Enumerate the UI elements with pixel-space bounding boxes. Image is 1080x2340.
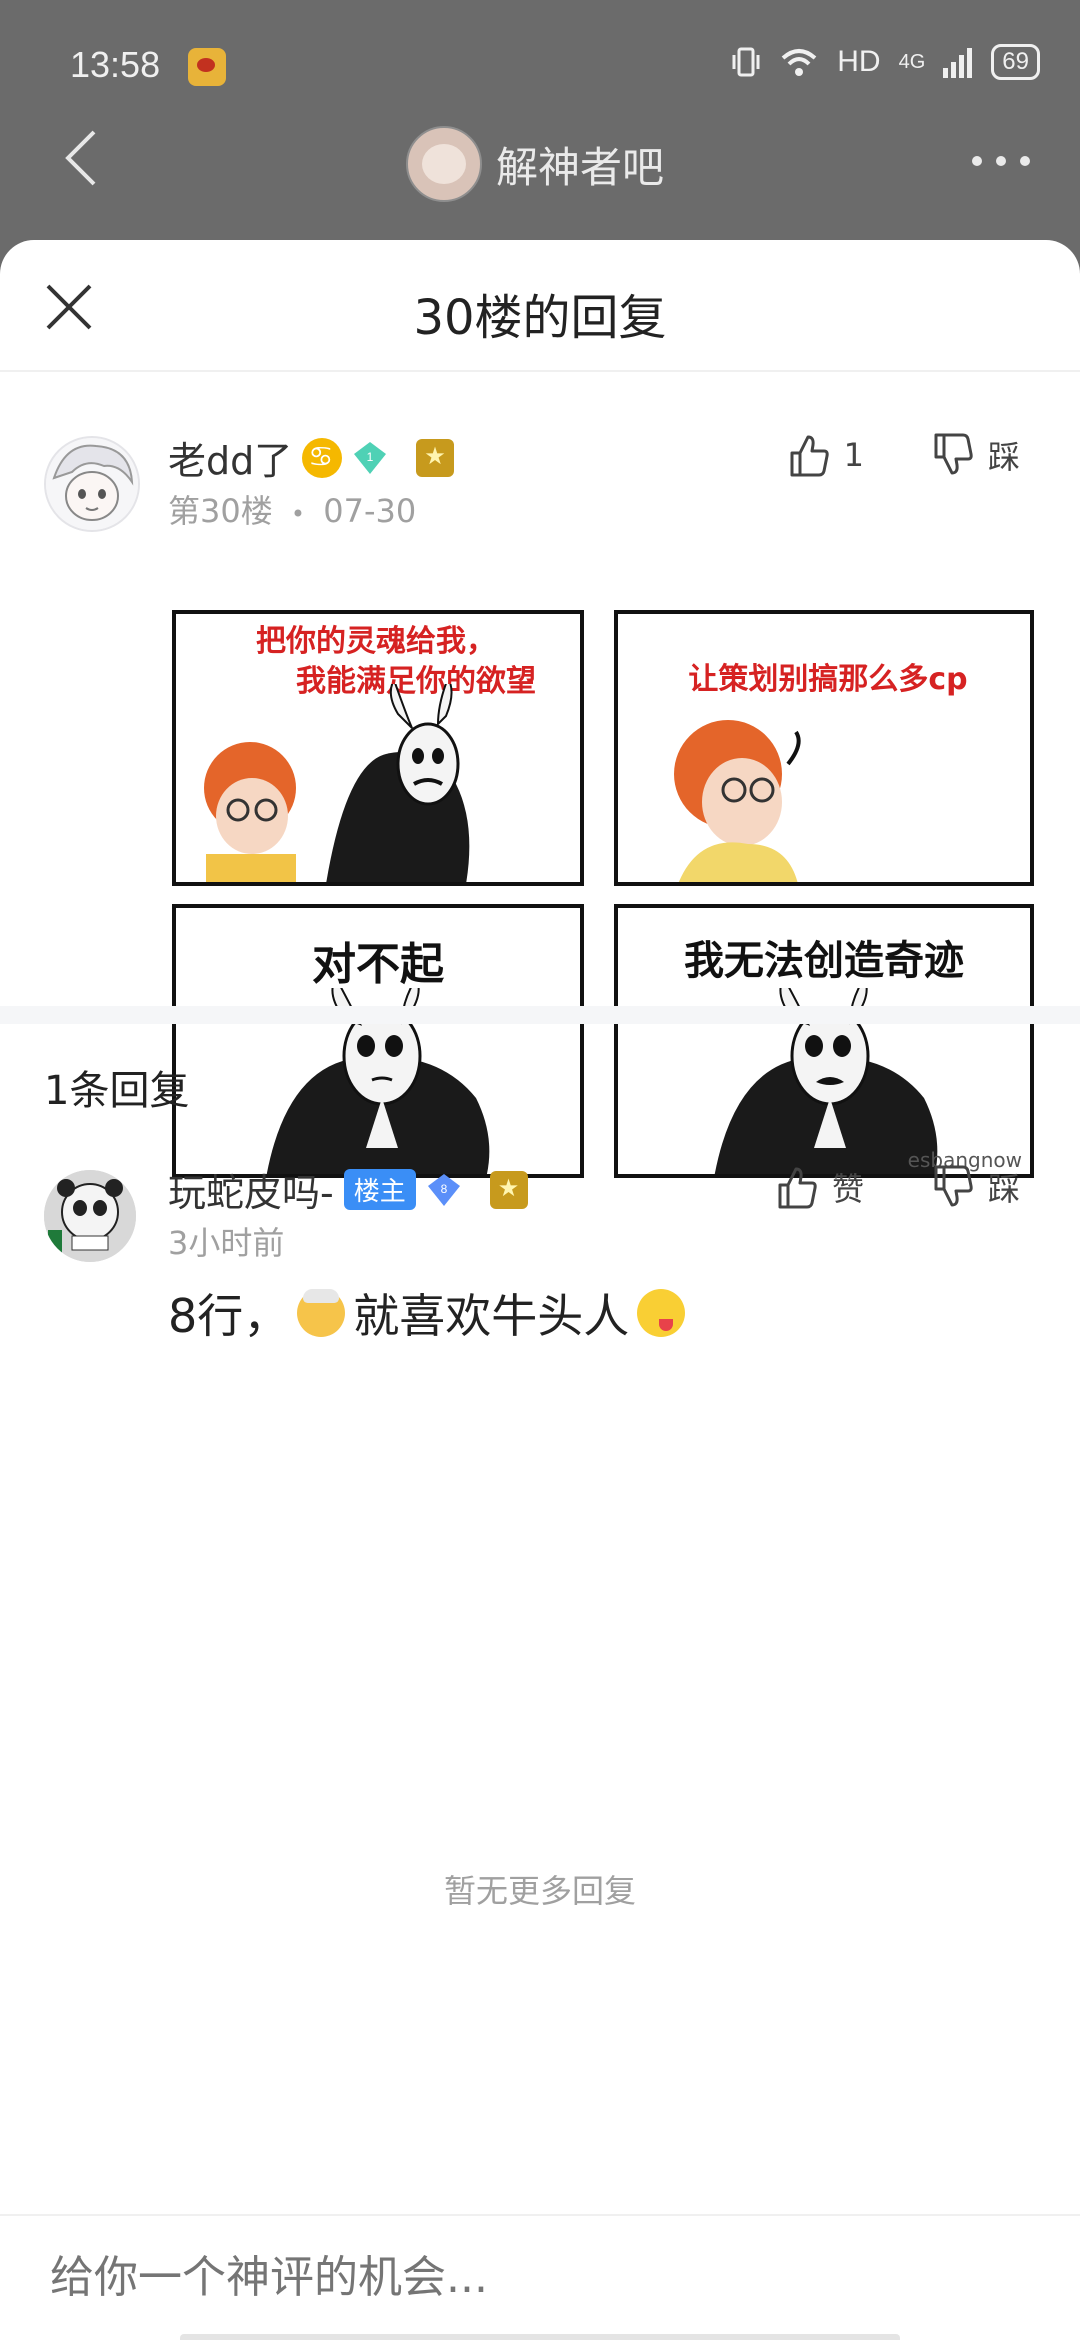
dislike-label[interactable]: 踩 bbox=[988, 432, 1020, 478]
post-reactions: 1 踩 bbox=[788, 432, 1020, 478]
reply-count-label: 1条回复 bbox=[44, 1068, 190, 1114]
home-indicator bbox=[180, 2334, 900, 2340]
thumb-down-icon[interactable] bbox=[932, 1165, 974, 1209]
meta-separator: • bbox=[290, 500, 306, 528]
dislike-label[interactable]: 踩 bbox=[988, 1164, 1020, 1210]
avatar-panda-image bbox=[44, 1170, 136, 1262]
comment-composer bbox=[0, 2214, 1080, 2340]
avatar[interactable] bbox=[44, 1170, 136, 1262]
wifi-icon bbox=[781, 49, 817, 76]
section-divider bbox=[0, 1006, 1080, 1024]
thumb-up-icon[interactable] bbox=[776, 1165, 818, 1209]
meme-panel1-illustration bbox=[204, 684, 470, 882]
reply-text-part2: 就喜欢牛头人 bbox=[353, 1289, 630, 1343]
weibo-notification-icon bbox=[188, 48, 226, 86]
reply-time: 3小时前 bbox=[168, 1224, 285, 1262]
more-icon[interactable] bbox=[972, 156, 1030, 166]
meme-panel-1: 把你的灵魂给我， 我能满足你的欲望 bbox=[172, 610, 584, 886]
thumb-up-icon[interactable] bbox=[788, 433, 830, 477]
level-gem-icon: 1 bbox=[354, 441, 387, 474]
achievement-badge-icon bbox=[416, 438, 455, 477]
reply-reactions: 赞 踩 bbox=[776, 1164, 1020, 1210]
back-icon[interactable] bbox=[60, 128, 104, 188]
username-text[interactable]: 老dd了 bbox=[168, 430, 292, 485]
level-badge-icon: 8 bbox=[427, 1173, 460, 1206]
meme-panel2-text: 让策划别搞那么多cp bbox=[688, 662, 968, 697]
reply-sheet: 30楼的回复 老dd了 1 第30楼 • 07-30 1 bbox=[0, 240, 1080, 2340]
avatar-anime-image bbox=[46, 438, 138, 530]
signal-label: 4G bbox=[898, 50, 926, 73]
meme-panel-4: 我无法创造奇迹 esbangnow bbox=[614, 904, 1034, 1178]
forum-avatar bbox=[406, 126, 482, 202]
network-type: HD bbox=[837, 45, 881, 78]
svg-text:1: 1 bbox=[367, 450, 374, 464]
meme-panel2-illustration bbox=[674, 720, 801, 882]
floor-number: 第30楼 bbox=[168, 492, 273, 530]
zodiac-cancer-icon bbox=[302, 437, 343, 478]
battery-indicator: 69 bbox=[991, 44, 1040, 80]
meme-panel-3: 对不起 bbox=[172, 904, 584, 1178]
post-image[interactable]: 把你的灵魂给我， 我能满足你的欲望 让策划别搞那么多cp 对不起 我无法创造奇迹… bbox=[168, 606, 1034, 1196]
signal-icon bbox=[943, 48, 973, 78]
no-more-replies: 暂无更多回复 bbox=[443, 1872, 636, 1910]
comment-input[interactable] bbox=[50, 2252, 950, 2303]
svg-text:8: 8 bbox=[440, 1182, 447, 1196]
status-bar: 13:58 HD 4G 69 bbox=[0, 0, 1080, 130]
meme-panel-2: 让策划别搞那么多cp bbox=[614, 610, 1034, 886]
meme-panel3-text: 对不起 bbox=[312, 939, 444, 990]
reply-text-part1: 8行， bbox=[168, 1289, 290, 1343]
post-username: 老dd了 1 bbox=[168, 430, 455, 485]
status-indicators: HD 4G 69 bbox=[731, 44, 1040, 80]
sheet-header: 30楼的回复 bbox=[0, 240, 1080, 372]
forum-name[interactable]: 解神者吧 bbox=[496, 134, 664, 195]
yum-emoji-icon bbox=[637, 1289, 686, 1337]
avatar[interactable] bbox=[44, 436, 140, 532]
reply-username-row: 玩蛇皮吗- 楼主 8 bbox=[168, 1162, 528, 1217]
post-date: 07-30 bbox=[323, 492, 417, 530]
reply-username[interactable]: 玩蛇皮吗- bbox=[168, 1162, 334, 1217]
status-time: 13:58 bbox=[70, 44, 161, 85]
thumb-down-icon[interactable] bbox=[932, 433, 974, 477]
forum-header: 解神者吧 bbox=[0, 120, 1080, 240]
sheet-title: 30楼的回复 bbox=[413, 290, 667, 346]
owner-badge: 楼主 bbox=[343, 1169, 416, 1210]
like-count: 1 bbox=[843, 436, 864, 474]
achievement-badge-icon bbox=[489, 1170, 528, 1209]
vibrate-icon bbox=[732, 47, 760, 77]
post-meta: 第30楼 • 07-30 bbox=[168, 486, 416, 532]
meme-panel1-line1: 把你的灵魂给我， bbox=[256, 624, 496, 659]
reply-text: 8行， 就喜欢牛头人 bbox=[168, 1280, 686, 1346]
old-man-emoji-icon bbox=[297, 1289, 346, 1337]
meme-panel4-text: 我无法创造奇迹 bbox=[684, 938, 964, 984]
like-label[interactable]: 赞 bbox=[832, 1164, 864, 1210]
